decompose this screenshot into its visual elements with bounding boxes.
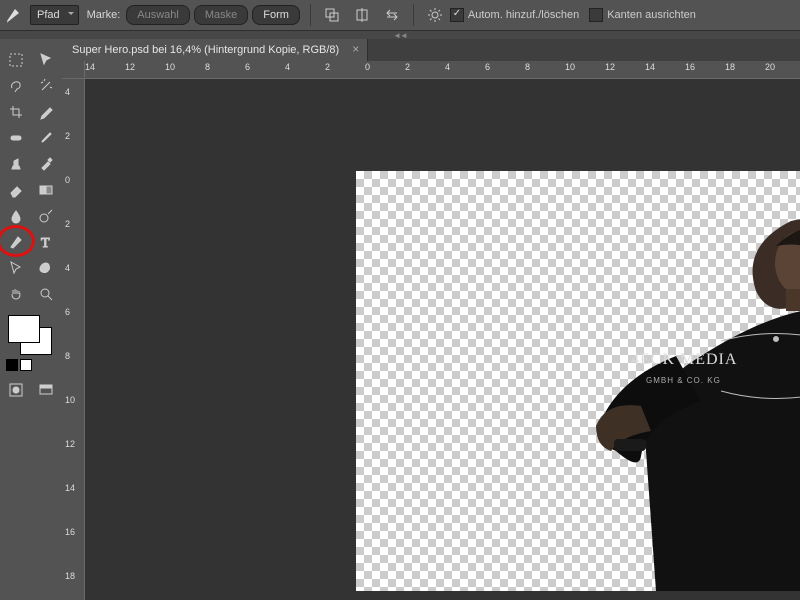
ruler-tick: 4 (445, 62, 450, 72)
foreground-color-swatch[interactable] (8, 315, 40, 343)
ruler-tick: 0 (365, 62, 370, 72)
ruler-tick: 8 (525, 62, 530, 72)
gear-icon[interactable] (422, 3, 448, 27)
ruler-tick: 4 (285, 62, 290, 72)
ruler-tick: 6 (485, 62, 490, 72)
hand-tool[interactable] (1, 281, 31, 307)
lasso-tool[interactable] (1, 73, 31, 99)
ruler-tick: 10 (65, 395, 75, 405)
crop-tool[interactable] (1, 99, 31, 125)
panel-collapse-handle[interactable]: ◄◄ (0, 31, 800, 39)
ruler-horizontal: 14121086420246810121416182022 (62, 61, 800, 79)
ruler-tick: 4 (65, 87, 70, 97)
magic-wand-tool[interactable] (31, 73, 61, 99)
clone-stamp-tool[interactable] (1, 151, 31, 177)
ruler-tick: 10 (565, 62, 575, 72)
svg-text:T: T (41, 236, 50, 250)
align-edges-label: Kanten ausrichten (607, 9, 696, 21)
ruler-tick: 4 (65, 263, 70, 273)
ruler-tick: 18 (725, 62, 735, 72)
path-operations-icon[interactable] (319, 3, 345, 27)
ruler-tick: 8 (205, 62, 210, 72)
options-bar: Pfad Marke: Auswahl Maske Form ✓ Autom. … (0, 0, 800, 31)
shirt-graphic-subtext: GMBH & CO. KG (646, 376, 721, 385)
eraser-tool[interactable] (1, 177, 31, 203)
document-tab-title: Super Hero.psd bei 16,4% (Hintergrund Ko… (72, 44, 339, 56)
ruler-tick: 16 (685, 62, 695, 72)
document-tab[interactable]: Super Hero.psd bei 16,4% (Hintergrund Ko… (62, 39, 368, 61)
gradient-tool[interactable] (31, 177, 61, 203)
path-mode-select[interactable]: Pfad (30, 5, 79, 25)
path-arrangement-icon[interactable] (379, 3, 405, 27)
path-selection-tool[interactable] (1, 255, 31, 281)
ruler-tick: 14 (65, 483, 75, 493)
document-column: Super Hero.psd bei 16,4% (Hintergrund Ko… (62, 39, 800, 600)
ruler-tick: 0 (65, 175, 70, 185)
ruler-tick: 6 (65, 307, 70, 317)
main-area: T Super Hero.psd bei 16,4% (Hintergrund … (0, 39, 800, 600)
history-brush-tool[interactable] (31, 151, 61, 177)
ruler-vertical: 4 2 0 2 4 6 8 10 12 14 16 18 (62, 79, 85, 600)
ruler-tick: 12 (125, 62, 135, 72)
brush-tool[interactable] (31, 125, 61, 151)
ruler-tick: 2 (65, 131, 70, 141)
type-tool[interactable]: T (31, 229, 61, 255)
auto-add-delete-label: Autom. hinzuf./löschen (468, 9, 579, 21)
ruler-tick: 8 (65, 351, 70, 361)
ruler-origin (62, 61, 85, 79)
ruler-tick: 14 (645, 62, 655, 72)
marquee-tool[interactable] (1, 47, 31, 73)
ruler-tick: 18 (65, 571, 75, 581)
quick-mask-tool[interactable] (1, 377, 31, 403)
ruler-tick: 14 (85, 62, 95, 72)
auto-add-delete-checkbox[interactable]: ✓ (450, 8, 464, 22)
pen-tool[interactable] (1, 229, 31, 255)
document-tabs: Super Hero.psd bei 16,4% (Hintergrund Ko… (62, 39, 800, 61)
close-icon[interactable]: × (352, 42, 359, 56)
ruler-tick: 2 (325, 62, 330, 72)
path-alignment-icon[interactable] (349, 3, 375, 27)
ruler-tick: 20 (765, 62, 775, 72)
screen-mode-tool[interactable] (31, 377, 61, 403)
ruler-tick: 2 (65, 219, 70, 229)
make-mask-button[interactable]: Maske (194, 5, 248, 25)
ruler-tick: 16 (65, 527, 75, 537)
make-shape-button[interactable]: Form (252, 5, 300, 25)
subject-figure (496, 191, 800, 591)
ruler-tick: 6 (245, 62, 250, 72)
shirt-graphic-text: 4ECK MEDIA (631, 351, 737, 369)
separator (310, 4, 311, 26)
ruler-tick: 12 (65, 439, 75, 449)
color-swatches[interactable] (6, 313, 56, 357)
healing-brush-tool[interactable] (1, 125, 31, 151)
eyedropper-tool[interactable] (31, 99, 61, 125)
shape-tool[interactable] (31, 255, 61, 281)
ruler-tick: 12 (605, 62, 615, 72)
dodge-tool[interactable] (31, 203, 61, 229)
pen-tool-icon (4, 6, 22, 24)
align-edges-checkbox[interactable] (589, 8, 603, 22)
tools-panel: T (0, 39, 62, 600)
zoom-tool[interactable] (31, 281, 61, 307)
separator (413, 4, 414, 26)
move-tool[interactable] (31, 47, 61, 73)
make-selection-button[interactable]: Auswahl (126, 5, 190, 25)
default-colors[interactable] (6, 359, 62, 371)
marker-label: Marke: (87, 9, 121, 21)
ruler-tick: 10 (165, 62, 175, 72)
canvas[interactable]: 4ECK MEDIA GMBH & CO. KG (85, 79, 800, 600)
ruler-tick: 2 (405, 62, 410, 72)
artboard: 4ECK MEDIA GMBH & CO. KG (356, 171, 800, 591)
